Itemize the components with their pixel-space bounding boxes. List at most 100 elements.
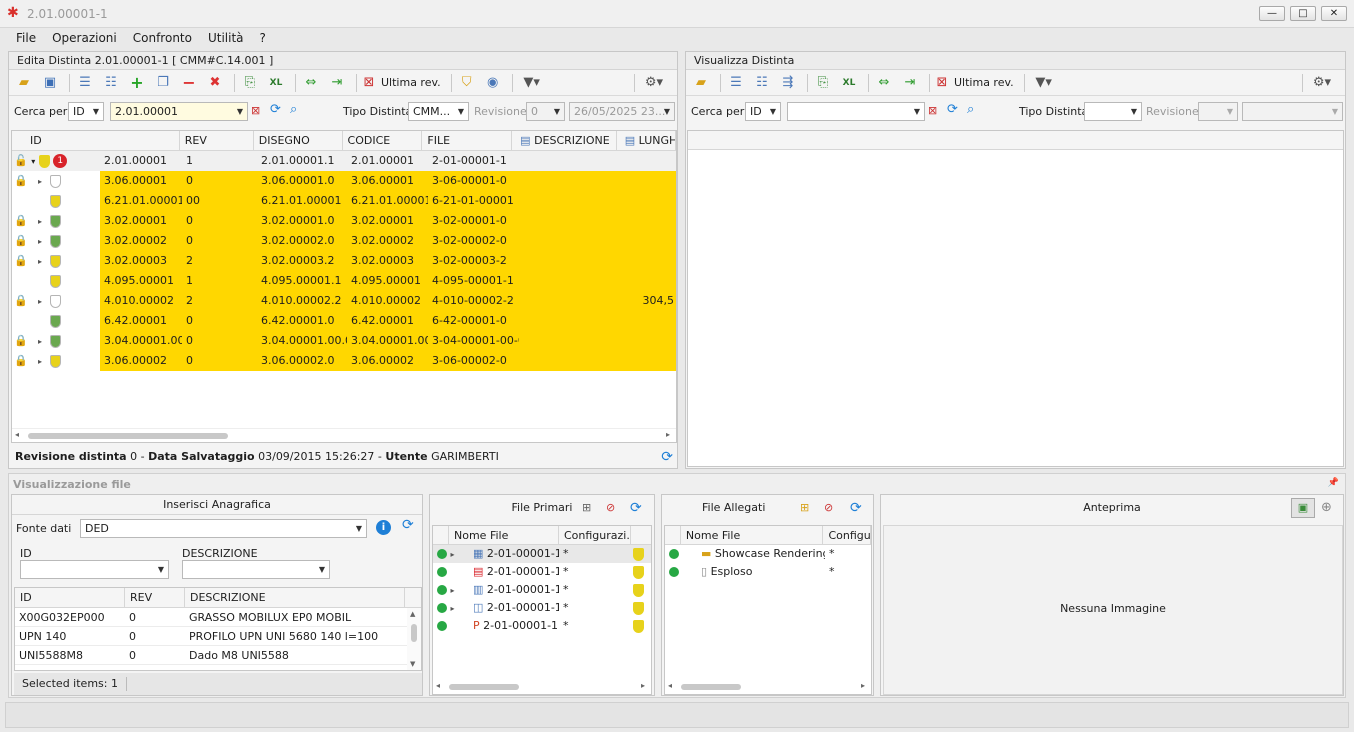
table-row[interactable]: 🔒 ▸ 3.02.00003 2 3.02.00003.2 3.02.00003 3-02-… (12, 251, 676, 271)
list-icon[interactable]: ☷ (100, 73, 122, 93)
list-item[interactable]: ▸ ◫ 2-01-00001-1 * (433, 599, 651, 617)
add-icon[interactable]: + (126, 73, 148, 93)
list-item[interactable]: ▯ Esploso * (665, 563, 871, 581)
anag-vscroll-thumb[interactable] (411, 624, 417, 642)
tree-icon[interactable]: ☰ (74, 73, 96, 93)
table-row[interactable]: 🔒 ▸ 3.06.00002 0 3.06.00002.0 3.06.00002 3-06-… (12, 351, 676, 371)
save-icon[interactable]: ▣ (39, 73, 61, 93)
preview-image-icon[interactable]: ▣ (1291, 498, 1315, 518)
scroll-right-icon[interactable]: ▸ (666, 430, 670, 439)
search-combo[interactable]: 2.01.00001 ▼ (110, 102, 248, 121)
list-item[interactable]: ▬ Showcase Rendering * (665, 545, 871, 563)
anag-col-id[interactable]: ID (15, 588, 125, 607)
filter-icon[interactable]: ▼▾ (517, 73, 547, 93)
primari-unlink-icon[interactable]: ⊘ (606, 495, 615, 521)
edit-hscrollbar[interactable]: ◂ ▸ (12, 428, 676, 442)
collapse-icon[interactable]: ⇥ (326, 73, 348, 93)
table-row[interactable]: 6.21.01.00001 00 6.21.01.00001 6.21.01.0000… (12, 191, 676, 211)
maximize-button[interactable]: □ (1290, 6, 1316, 21)
search-run-icon[interactable]: ⊠ (251, 104, 260, 117)
col-file[interactable]: FILE (422, 131, 513, 150)
expand-row-icon[interactable]: ▸ (38, 237, 42, 246)
open-folder-icon[interactable]: ▰ (13, 73, 35, 93)
date-select[interactable]: 26/05/2025 23... ▼ (569, 102, 675, 121)
view-ultima-rev-icon[interactable]: ⊠ (934, 73, 950, 93)
menu-utilita[interactable]: Utilità (200, 28, 252, 48)
remove-icon[interactable]: − (178, 73, 200, 93)
view-compare-icon[interactable]: ⇶ (777, 73, 799, 93)
allegati-col-nome[interactable]: Nome File (681, 526, 824, 544)
primari-col-conf[interactable]: Configurazi... (559, 526, 631, 544)
view-list-icon[interactable]: ☷ (751, 73, 773, 93)
cerca-per-select[interactable]: ID ▼ (68, 102, 104, 121)
view-open-folder-icon[interactable]: ▰ (690, 73, 712, 93)
view-collapse-icon[interactable]: ⇥ (899, 73, 921, 93)
copy-icon[interactable]: ❐ (152, 73, 174, 93)
primari-hscroll-thumb[interactable] (449, 684, 519, 690)
menu-operazioni[interactable]: Operazioni (44, 28, 125, 48)
expand-row-icon[interactable]: ▸ (38, 357, 42, 366)
tipo-distinta-select[interactable]: CMM... ▼ (408, 102, 469, 121)
info-icon[interactable]: i (376, 520, 391, 535)
edit-hscroll-thumb[interactable] (28, 433, 228, 439)
filter-desc-select[interactable]: ▼ (182, 560, 330, 579)
view-cerca-per-select[interactable]: ID ▼ (745, 102, 781, 121)
minimize-button[interactable]: — (1259, 6, 1285, 21)
revisione-select[interactable]: 0 ▼ (526, 102, 565, 121)
anag-col-rev[interactable]: REV (125, 588, 185, 607)
allegati-refresh-icon[interactable]: ⟳ (850, 495, 862, 521)
anag-refresh-icon[interactable]: ⟳ (402, 517, 414, 533)
view-xlsx-icon[interactable]: XL (838, 73, 860, 93)
view-search-icon[interactable]: ⌕ (967, 102, 974, 117)
menu-confronto[interactable]: Confronto (125, 28, 200, 48)
table-row[interactable]: 🔒 ▸ 3.04.00001.00 0 3.04.00001.00.0 3.04.0000… (12, 331, 676, 351)
export-icon[interactable]: ⎘ (239, 73, 261, 93)
settings-icon[interactable]: ⚙▾ (639, 73, 669, 93)
list-item[interactable]: UPN 140 0 PROFILO UPN UNI 5680 140 l=100 (15, 627, 421, 646)
col-lungh[interactable]: ▤ LUNGH (617, 131, 676, 150)
view-tree-icon[interactable]: ☰ (725, 73, 747, 93)
view-refresh-icon[interactable]: ⟳ (947, 102, 958, 117)
table-row[interactable]: 🔒 ▸ 4.010.00002 2 4.010.00002.2 4.010.00002 4-… (12, 291, 676, 311)
col-rev[interactable]: REV (180, 131, 254, 150)
xlsx-icon[interactable]: XL (265, 73, 287, 93)
primari-refresh-icon[interactable]: ⟳ (630, 495, 642, 521)
expand-row-icon[interactable]: ▸ (38, 257, 42, 266)
delete-doc-icon[interactable]: ✖ (204, 73, 226, 93)
allegati-hscroll-thumb[interactable] (681, 684, 741, 690)
ultima-rev-icon[interactable]: ⊠ (361, 73, 377, 93)
view-ultima-rev-button[interactable]: Ultima rev. (954, 76, 1014, 89)
expand-row-icon[interactable]: ▸ (38, 217, 42, 226)
fonte-dati-select[interactable]: DED ▼ (80, 519, 367, 538)
allegati-unlink-icon[interactable]: ⊘ (824, 495, 833, 521)
allegati-col-conf[interactable]: Configura (823, 526, 871, 544)
col-id[interactable]: ID (12, 131, 180, 150)
expand-row-icon[interactable]: ▸ (38, 337, 42, 346)
col-disegno[interactable]: DISEGNO (254, 131, 343, 150)
view-filter-icon[interactable]: ▼▾ (1029, 73, 1059, 93)
list-item[interactable]: X00G032EP000 0 GRASSO MOBILUX EP0 MOBIL (15, 608, 421, 627)
anag-col-desc[interactable]: DESCRIZIONE (185, 588, 405, 607)
view-search-combo[interactable]: ▼ (787, 102, 925, 121)
view-date-select[interactable]: ▼ (1242, 102, 1343, 121)
view-search-run-icon[interactable]: ⊠ (928, 104, 937, 117)
table-row[interactable]: 🔓 ▾ 1 2.01.00001 1 2.01.00001.1 2.01.00001 2-… (12, 151, 676, 171)
expand-row-icon[interactable]: ▸ (38, 297, 42, 306)
menu-file[interactable]: File (8, 28, 44, 48)
view-settings-icon[interactable]: ⚙▾ (1307, 73, 1337, 93)
table-row[interactable]: 4.095.00001 1 4.095.00001.1 4.095.00001 4-09… (12, 271, 676, 291)
zoom-icon[interactable]: ⊕ (1321, 495, 1332, 521)
list-item[interactable]: UNI5588M8 0 Dado M8 UNI5588 (15, 646, 421, 665)
refresh-icon[interactable]: ⟳ (270, 102, 281, 117)
table-row[interactable]: 🔒 ▸ 3.02.00002 0 3.02.00002.0 3.02.00002 3-02-… (12, 231, 676, 251)
filter-id-select[interactable]: ▼ (20, 560, 169, 579)
col-descrizione[interactable]: ▤ DESCRIZIONE (512, 131, 617, 150)
view-export-icon[interactable]: ⎘ (812, 73, 834, 93)
scroll-left-icon[interactable]: ◂ (15, 430, 19, 439)
primari-hscrollbar[interactable]: ◂ ▸ (433, 680, 651, 694)
table-row[interactable]: 🔒 ▸ 3.02.00001 0 3.02.00001.0 3.02.00001 3-02-… (12, 211, 676, 231)
table-row[interactable]: 🔒 ▸ 3.06.00001 0 3.06.00001.0 3.06.00001 3-06-… (12, 171, 676, 191)
status-refresh-icon[interactable]: ⟳ (661, 446, 673, 468)
primari-col-nome[interactable]: Nome File (449, 526, 559, 544)
search-icon[interactable]: ⌕ (290, 102, 297, 117)
